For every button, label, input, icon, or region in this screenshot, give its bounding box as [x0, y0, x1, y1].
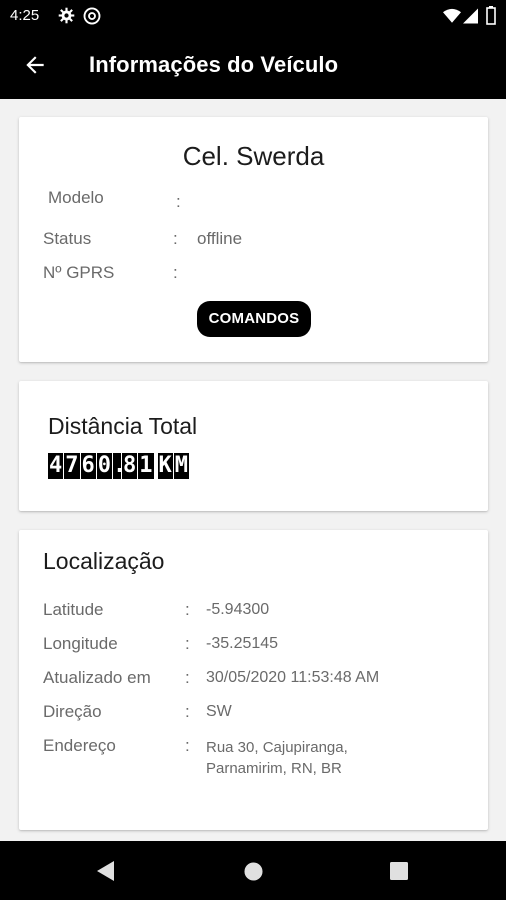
status-label: Status — [43, 229, 92, 248]
odometer-digit: 0 — [96, 453, 112, 479]
at-icon — [83, 7, 101, 25]
direction-colon: : — [185, 702, 190, 721]
latitude-value: -5.94300 — [206, 601, 270, 618]
gprs-label: Nº GPRS — [43, 263, 115, 282]
recents-square-icon[interactable] — [390, 862, 408, 880]
address-colon: : — [185, 736, 190, 755]
home-circle-icon[interactable] — [244, 862, 263, 881]
odometer-unit: M — [173, 453, 189, 479]
battery-icon — [486, 6, 496, 25]
arrow-back-icon[interactable] — [22, 52, 48, 78]
latitude-label: Latitude — [43, 600, 104, 619]
odometer-digit: 7 — [64, 453, 80, 479]
updated-value: 30/05/2020 11:53:48 AM — [206, 669, 380, 686]
page-title: Informações do Veículo — [89, 52, 339, 77]
signal-icon — [463, 8, 478, 24]
longitude-colon: : — [185, 634, 190, 653]
direction-label: Direção — [43, 702, 102, 721]
commands-button[interactable]: COMANDOS — [197, 301, 311, 337]
odometer-digit: 1 — [138, 453, 154, 479]
model-colon: : — [176, 192, 181, 211]
odometer-display: 4 7 6 0 . 8 1 K M — [48, 453, 189, 479]
direction-value: SW — [206, 703, 232, 720]
gear-icon — [58, 7, 75, 24]
odometer-unit: K — [157, 453, 173, 479]
longitude-value: -35.25145 — [206, 635, 279, 652]
updated-label: Atualizado em — [43, 668, 151, 687]
clock: 4:25 — [10, 7, 40, 24]
model-label: Modelo — [48, 188, 104, 207]
status-colon: : — [173, 229, 178, 248]
odometer-digit: 6 — [80, 453, 96, 479]
status-bar: 4:25 — [0, 0, 506, 32]
location-card: Localização Latitude : -5.94300 Longitud… — [19, 530, 488, 830]
system-nav-bar — [0, 841, 506, 900]
odometer-digit: 4 — [48, 453, 64, 479]
address-label: Endereço — [43, 736, 116, 755]
status-value: offline — [197, 229, 243, 248]
odometer-digit: 8 — [122, 453, 138, 479]
latitude-colon: : — [185, 600, 190, 619]
address-value: Rua 30, Cajupiranga, Parnamirim, RN, BR — [206, 737, 348, 779]
app-bar: Informações do Veículo — [0, 32, 506, 99]
gprs-colon: : — [173, 263, 178, 282]
address-line: Parnamirim, RN, BR — [206, 760, 342, 777]
longitude-label: Longitude — [43, 634, 118, 653]
vehicle-name: Cel. Swerda — [182, 141, 325, 171]
location-title: Localização — [43, 548, 165, 574]
wifi-icon — [443, 8, 461, 23]
odometer-decimal-point: . — [113, 453, 121, 479]
back-triangle-icon[interactable] — [97, 861, 115, 881]
updated-colon: : — [185, 668, 190, 687]
distance-card: Distância Total 4 7 6 0 . 8 1 K M — [19, 381, 488, 511]
distance-title: Distância Total — [48, 413, 198, 439]
vehicle-card: Cel. Swerda Modelo : Status : offline Nº… — [19, 117, 488, 362]
address-line: Rua 30, Cajupiranga, — [206, 739, 348, 756]
